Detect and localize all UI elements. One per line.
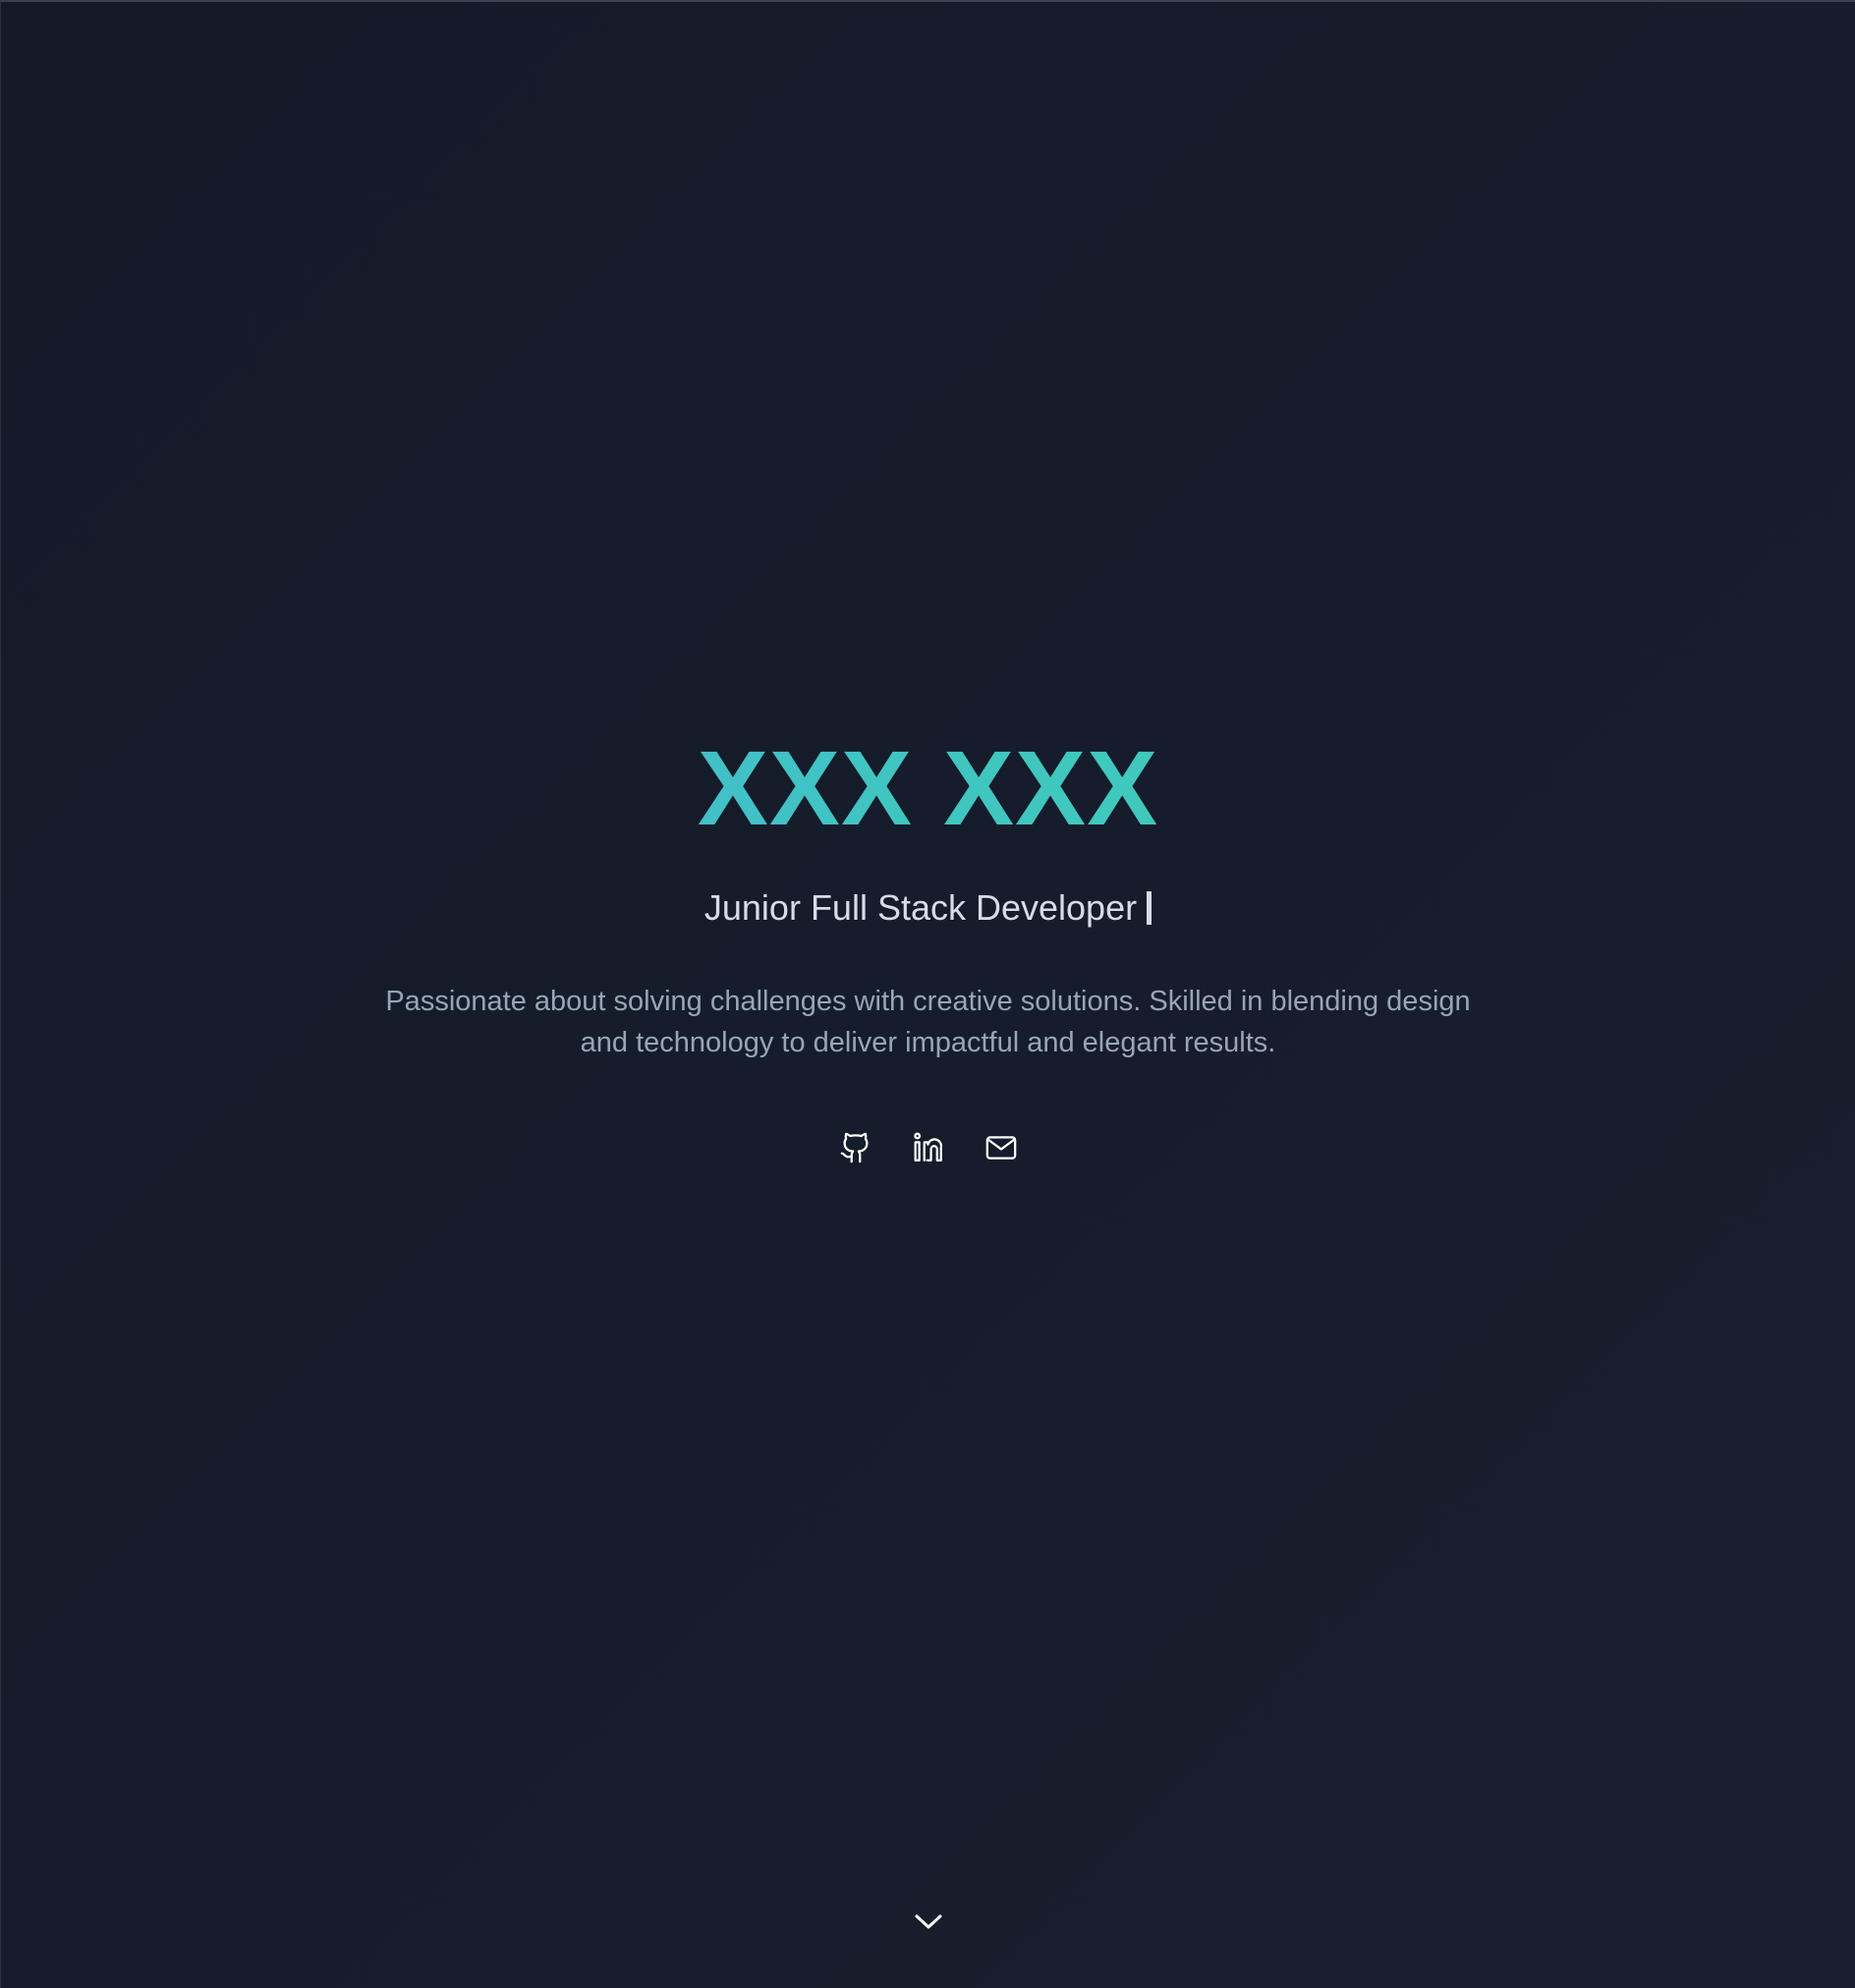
github-link[interactable] <box>838 1130 873 1165</box>
hero-bio: Passionate about solving challenges with… <box>385 986 1471 1058</box>
social-links <box>1 1130 1855 1165</box>
hero-section: XXX XXX Junior Full Stack Developer Pass… <box>1 729 1855 1165</box>
linkedin-link[interactable] <box>911 1130 946 1165</box>
chevron-down-icon <box>915 1914 941 1929</box>
hero-role: Junior Full Stack Developer <box>1 886 1855 930</box>
linkedin-icon <box>913 1132 942 1162</box>
typing-cursor <box>1147 891 1152 925</box>
hero-name: XXX XXX <box>1 729 1855 847</box>
hero-role-text: Junior Full Stack Developer <box>703 887 1138 928</box>
scroll-down-button[interactable] <box>912 1906 945 1936</box>
github-icon <box>840 1132 868 1164</box>
mail-icon <box>985 1136 1016 1160</box>
email-link[interactable] <box>984 1130 1019 1165</box>
